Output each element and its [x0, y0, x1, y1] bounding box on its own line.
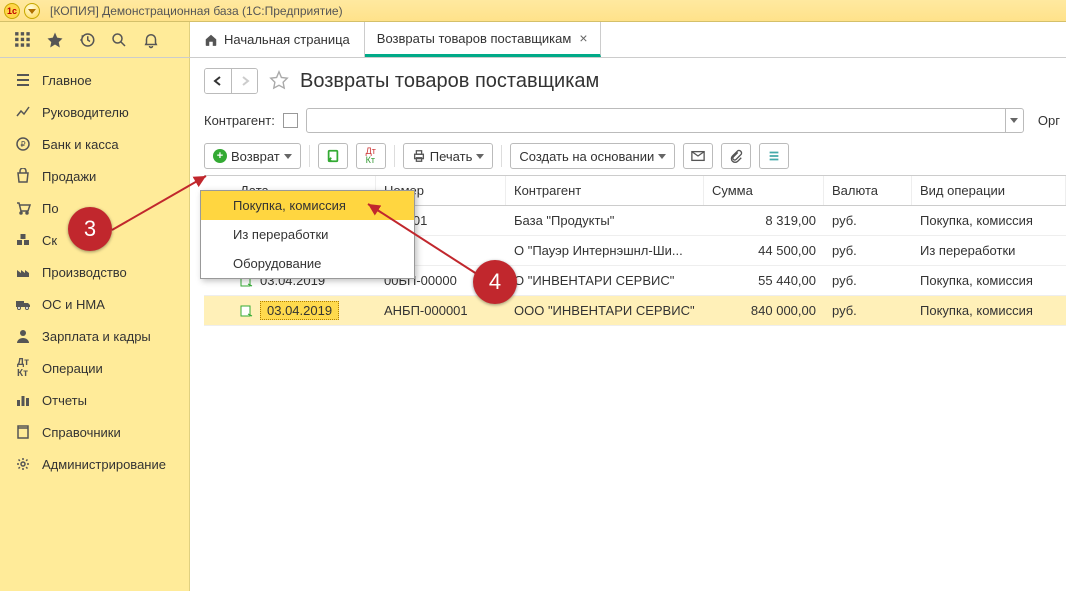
trend-icon — [14, 104, 32, 120]
app-1c-icon: 1c — [4, 3, 20, 19]
sidebar-item-label: Операции — [42, 361, 103, 376]
nav-home-label: Начальная страница — [224, 32, 350, 47]
bag-icon — [14, 168, 32, 184]
doc-icon — [240, 305, 254, 317]
sidebar-item-label: По — [42, 201, 59, 216]
col-operation[interactable]: Вид операции — [912, 176, 1066, 205]
boxes-icon — [14, 232, 32, 248]
printer-icon — [412, 149, 426, 163]
favorite-star-icon[interactable] — [268, 69, 290, 94]
sidebar-item-operations[interactable]: ДтКт Операции — [0, 352, 189, 384]
svg-text:₽: ₽ — [20, 140, 25, 149]
book-icon — [14, 424, 32, 440]
sidebar-item-label: Банк и касса — [42, 137, 119, 152]
nav-home[interactable]: Начальная страница — [190, 22, 365, 57]
sidebar-item-catalogs[interactable]: Справочники — [0, 416, 189, 448]
sidebar-item-label: Зарплата и кадры — [42, 329, 151, 344]
bell-icon[interactable] — [142, 31, 160, 49]
person-icon — [14, 328, 32, 344]
ruble-icon: ₽ — [14, 136, 32, 152]
nav-tab-returns[interactable]: Возвраты товаров поставщикам × — [365, 22, 601, 57]
sidebar-item-assets[interactable]: ОС и НМА — [0, 288, 189, 320]
page-title: Возвраты товаров поставщикам — [300, 70, 599, 93]
sidebar-item-label: Администрирование — [42, 457, 166, 472]
content-area: Возвраты товаров поставщикам Контрагент:… — [190, 58, 1066, 591]
nav-tab-label: Возвраты товаров поставщикам — [377, 31, 572, 46]
quickbar — [0, 22, 190, 57]
sidebar-item-label: Ск — [42, 233, 57, 248]
sidebar-item-sales[interactable]: Продажи — [0, 160, 189, 192]
filter-org-label: Орг — [1038, 113, 1060, 128]
create-based-button[interactable]: Создать на основании — [510, 143, 675, 169]
apps-icon[interactable] — [14, 31, 32, 49]
app-dropdown-icon[interactable] — [24, 3, 40, 19]
sidebar-item-production[interactable]: Производство — [0, 256, 189, 288]
star-icon[interactable] — [46, 31, 64, 49]
return-button[interactable]: + Возврат — [204, 143, 301, 169]
refresh-button[interactable] — [318, 143, 348, 169]
col-sum[interactable]: Сумма — [704, 176, 824, 205]
sidebar-item-label: ОС и НМА — [42, 297, 105, 312]
caret-icon — [476, 154, 484, 159]
gear-icon — [14, 456, 32, 472]
print-button[interactable]: Печать — [403, 143, 494, 169]
col-currency[interactable]: Валюта — [824, 176, 912, 205]
nav-back-button[interactable] — [205, 69, 231, 93]
titlebar: 1c [КОПИЯ] Демонстрационная база (1С:Пре… — [0, 0, 1066, 22]
window-title: [КОПИЯ] Демонстрационная база (1С:Предпр… — [50, 4, 343, 18]
sidebar-item-label: Главное — [42, 73, 92, 88]
return-button-label: Возврат — [231, 149, 280, 164]
dropdown-item-processing[interactable]: Из переработки — [201, 220, 414, 249]
sidebar-item-reports[interactable]: Отчеты — [0, 384, 189, 416]
dtkt-icon: ДтКт — [14, 360, 32, 376]
sidebar-item-main[interactable]: Главное — [0, 64, 189, 96]
callout-badge-4: 4 — [473, 260, 517, 304]
nav-history-buttons — [204, 68, 258, 94]
sidebar: Главное Руководителю ₽ Банк и касса Прода… — [0, 58, 190, 591]
sidebar-item-admin[interactable]: Администрирование — [0, 448, 189, 480]
sidebar-item-label: Продажи — [42, 169, 96, 184]
table-row[interactable]: 03.04.2019 АНБП-000001 ООО "ИНВЕНТАРИ СЕ… — [204, 296, 1066, 326]
filter-contragent-checkbox[interactable] — [283, 113, 298, 128]
history-icon[interactable] — [78, 31, 96, 49]
callout-badge-3: 3 — [68, 207, 112, 251]
sidebar-item-label: Справочники — [42, 425, 121, 440]
attach-button[interactable] — [721, 143, 751, 169]
envelope-button[interactable] — [683, 143, 713, 169]
dropdown-item-equipment[interactable]: Оборудование — [201, 249, 414, 278]
menu-icon — [14, 72, 32, 88]
sidebar-item-label: Руководителю — [42, 105, 129, 120]
dropdown-icon[interactable] — [1005, 109, 1023, 132]
dtkt-button[interactable]: ДтКт — [356, 143, 386, 169]
list-button[interactable] — [759, 143, 789, 169]
sidebar-item-manager[interactable]: Руководителю — [0, 96, 189, 128]
caret-icon — [658, 154, 666, 159]
filter-contragent-label: Контрагент: — [204, 113, 275, 128]
search-icon[interactable] — [110, 31, 128, 49]
truck-icon — [14, 296, 32, 312]
create-based-label: Создать на основании — [519, 149, 654, 164]
plus-icon: + — [213, 149, 227, 163]
nav-forward-button — [231, 69, 257, 93]
print-button-label: Печать — [430, 149, 473, 164]
factory-icon — [14, 264, 32, 280]
sidebar-item-label: Отчеты — [42, 393, 87, 408]
sidebar-item-hr[interactable]: Зарплата и кадры — [0, 320, 189, 352]
caret-icon — [284, 154, 292, 159]
close-icon[interactable]: × — [579, 30, 587, 46]
filter-contragent-input[interactable] — [306, 108, 1024, 133]
return-dropdown-menu: Покупка, комиссия Из переработки Оборудо… — [200, 190, 415, 279]
sidebar-item-bank[interactable]: ₽ Банк и касса — [0, 128, 189, 160]
dropdown-item-purchase[interactable]: Покупка, комиссия — [201, 191, 414, 220]
chart-icon — [14, 392, 32, 408]
home-icon — [204, 33, 218, 47]
sidebar-item-label: Производство — [42, 265, 127, 280]
col-contragent[interactable]: Контрагент — [506, 176, 704, 205]
cart-icon — [14, 200, 32, 216]
